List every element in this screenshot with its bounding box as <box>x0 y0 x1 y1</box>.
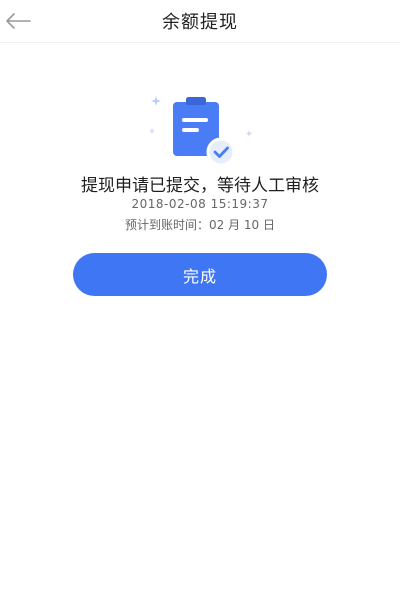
withdraw-result-screen: 余额提现 提现申请已提交，等待人工审核 2018-02-08 15:19:37 … <box>0 0 400 600</box>
clipboard-check-icon <box>149 96 253 167</box>
page-title: 余额提现 <box>162 12 238 33</box>
status-title: 提现申请已提交，等待人工审核 <box>81 176 319 196</box>
submit-datetime: 2018-02-08 15:19:37 <box>131 197 269 211</box>
expected-arrival: 预计到账时间：02 月 10 日 <box>125 218 275 232</box>
nav-bar: 余额提现 <box>0 0 400 43</box>
done-button[interactable]: 完成 <box>73 253 327 296</box>
